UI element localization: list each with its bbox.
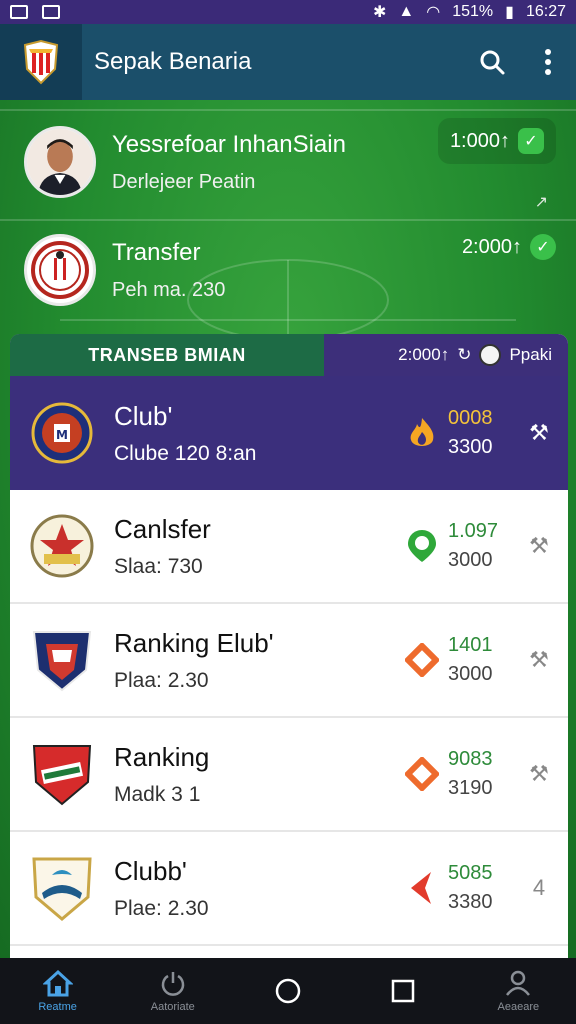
tools-icon[interactable]: ⚒ bbox=[520, 420, 558, 446]
transfer-panel: TRANSEB BMIAN 2:000↑ ↻ Ppaki M Club' Clu… bbox=[10, 334, 568, 964]
player-photo-icon bbox=[27, 129, 93, 195]
stat-secondary: 3300 bbox=[448, 436, 493, 458]
location-pin-icon bbox=[404, 528, 440, 564]
club-subtitle: Clube 120 8:an bbox=[114, 441, 257, 465]
stat-primary: 1.097 bbox=[448, 520, 499, 542]
stat-secondary: 3190 bbox=[448, 777, 493, 799]
refresh-icon[interactable]: ↻ bbox=[457, 345, 471, 365]
app-bar: Sepak Benaria bbox=[0, 24, 576, 100]
club-name: Canlsfer bbox=[114, 513, 211, 544]
stat-secondary: 3380 bbox=[448, 891, 493, 913]
check-icon: ✓ bbox=[530, 234, 556, 260]
club-row[interactable]: M Club' Clube 120 8:an 0008 3300 ⚒ bbox=[10, 376, 568, 490]
image-icon bbox=[42, 5, 60, 19]
search-button[interactable] bbox=[464, 34, 520, 90]
club-badge bbox=[30, 511, 94, 581]
signal-icon: ▲ bbox=[398, 3, 415, 20]
club-crest-icon bbox=[32, 745, 92, 806]
wifi-icon: ◠ bbox=[426, 4, 441, 21]
club-badge bbox=[30, 739, 94, 809]
nav-label: Aatoriate bbox=[150, 1001, 195, 1013]
nav-profile[interactable]: Aeaeare bbox=[468, 969, 568, 1013]
price-badge[interactable]: 2:000↑ ✓ bbox=[462, 234, 556, 260]
player-subtitle: Peh ma. 230 bbox=[112, 278, 226, 301]
status-bar: ✱ ▲ ◠ 151% ▮ 16:27 bbox=[0, 0, 576, 24]
nav-home[interactable]: Reatme bbox=[8, 969, 108, 1013]
svg-text:M: M bbox=[56, 428, 68, 442]
fire-icon bbox=[404, 415, 440, 451]
club-row[interactable]: Clubb' Plae: 2.30 5085 3380 4 bbox=[10, 832, 568, 946]
club-crest-icon: M bbox=[31, 402, 93, 464]
panel-meta-label[interactable]: Ppaki bbox=[509, 345, 552, 365]
power-icon bbox=[161, 972, 185, 996]
avatar bbox=[24, 126, 96, 198]
club-row[interactable]: Ranking Elub' Plaa: 2.30 1401 3000 ⚒ bbox=[10, 604, 568, 718]
club-name: Club' bbox=[114, 400, 173, 431]
nav-label: Reatme bbox=[38, 1001, 77, 1013]
more-button[interactable] bbox=[520, 34, 576, 90]
arrow-icon bbox=[404, 870, 440, 906]
app-logo[interactable] bbox=[0, 24, 82, 100]
player-row[interactable]: Transfer Peh ma. 230 2:000↑ ✓ bbox=[0, 216, 576, 324]
price-value: 1:000↑ bbox=[449, 129, 510, 152]
club-row[interactable]: Canlsfer Slaa: 730 1.097 3000 ⚒ bbox=[10, 490, 568, 604]
battery-icon: ▮ bbox=[505, 4, 514, 21]
panel-header: TRANSEB BMIAN 2:000↑ ↻ Ppaki bbox=[10, 334, 568, 376]
price-value: 2:000↑ bbox=[461, 235, 522, 258]
club-name: Ranking bbox=[114, 741, 210, 772]
club-row[interactable]: Ranking Madk 3 1 9083 3190 ⚒ bbox=[10, 718, 568, 832]
tab-transfer[interactable]: TRANSEB BMIAN bbox=[10, 334, 324, 376]
stat-primary: 5085 bbox=[448, 862, 493, 884]
stat-secondary: 3000 bbox=[448, 663, 493, 685]
home-icon bbox=[42, 969, 73, 997]
nav-recents[interactable] bbox=[353, 978, 453, 1004]
tools-icon[interactable]: ⚒ bbox=[520, 761, 558, 787]
circle-icon bbox=[275, 978, 301, 1004]
club-crest-icon bbox=[32, 857, 92, 921]
stat-primary: 1401 bbox=[448, 634, 493, 656]
transfer-small-icon: ↗ bbox=[534, 194, 548, 211]
bottom-nav: Reatme Aatoriate Aeaeare bbox=[0, 958, 576, 1024]
diamond-icon bbox=[404, 756, 440, 792]
club-crest-icon bbox=[30, 514, 94, 578]
nav-label: Aeaeare bbox=[497, 1001, 540, 1013]
club-subtitle: Madk 3 1 bbox=[114, 782, 201, 806]
club-badge bbox=[30, 625, 94, 695]
ball-icon bbox=[479, 344, 502, 366]
club-name: Ranking Elub' bbox=[114, 627, 274, 658]
nav-power[interactable]: Aatoriate bbox=[123, 969, 223, 1013]
battery-text: 151% bbox=[452, 3, 494, 20]
club-subtitle: Slaa: 730 bbox=[114, 554, 203, 578]
more-vert-icon bbox=[545, 49, 551, 75]
bluetooth-icon: ✱ bbox=[373, 4, 387, 21]
tools-icon[interactable]: ⚒ bbox=[520, 647, 558, 673]
club-crest-icon bbox=[31, 241, 89, 299]
club-subtitle: Plaa: 2.30 bbox=[114, 668, 209, 692]
club-badge: M bbox=[30, 398, 94, 468]
clock: 16:27 bbox=[525, 3, 566, 20]
nav-home-button[interactable] bbox=[238, 977, 338, 1005]
search-icon bbox=[480, 50, 505, 75]
stat-primary: 0008 bbox=[448, 407, 493, 429]
club-badge bbox=[30, 853, 94, 923]
panel-meta-value: 2:000↑ bbox=[398, 345, 450, 364]
club-crest-icon bbox=[23, 39, 59, 85]
avatar bbox=[24, 234, 96, 306]
club-subtitle: Plae: 2.30 bbox=[114, 896, 209, 920]
club-name: Clubb' bbox=[114, 855, 187, 886]
stat-primary: 9083 bbox=[448, 748, 493, 770]
square-icon bbox=[391, 979, 415, 1003]
row-count[interactable]: 4 bbox=[520, 875, 558, 901]
stat-secondary: 3000 bbox=[448, 549, 493, 571]
profile-icon bbox=[506, 970, 531, 996]
diamond-icon bbox=[404, 642, 440, 678]
player-subtitle: Derlejeer Peatin bbox=[112, 170, 256, 193]
tools-icon[interactable]: ⚒ bbox=[520, 533, 558, 559]
notification-icon bbox=[10, 5, 28, 19]
app-title: Sepak Benaria bbox=[94, 48, 252, 75]
club-crest-icon bbox=[32, 631, 92, 692]
check-icon: ✓ bbox=[518, 128, 544, 154]
player-row[interactable]: Yessrefoar InhanSiain Derlejeer Peatin 1… bbox=[0, 108, 576, 216]
price-badge[interactable]: 1:000↑ ✓ bbox=[437, 118, 556, 164]
